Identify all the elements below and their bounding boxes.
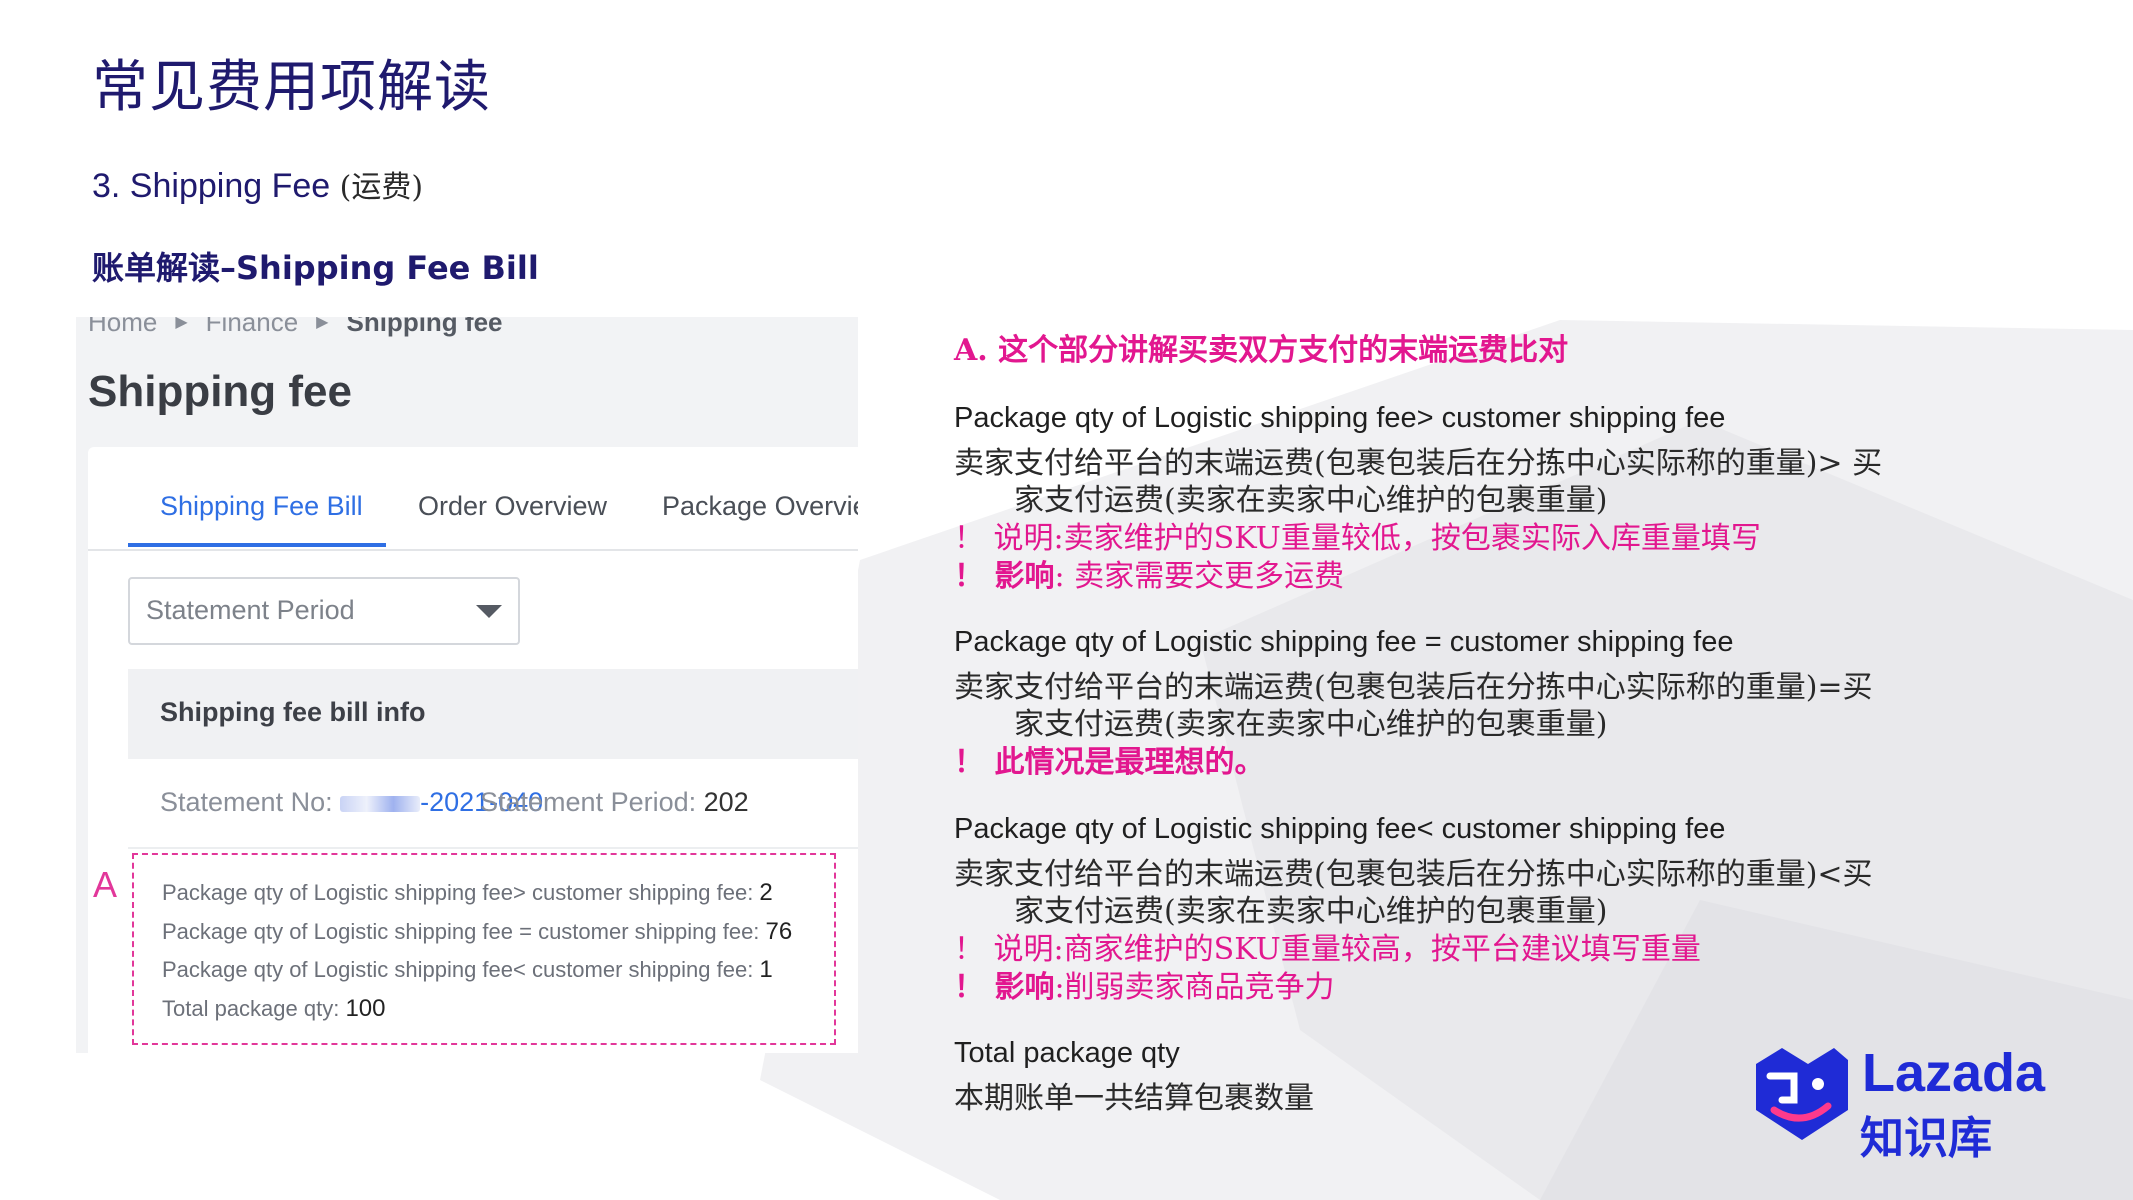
- box-line: Package qty of Logistic shipping fee< cu…: [162, 956, 773, 984]
- box-line-value: 76: [765, 918, 793, 945]
- breadcrumb-home[interactable]: Home: [88, 317, 157, 338]
- logo-brand: Lazada: [1862, 1043, 2046, 1103]
- logo-subtitle: 知识库: [1860, 1113, 1992, 1164]
- note-text: : 卖家需要交更多运费: [1054, 559, 1345, 594]
- chevron-right-icon: ▶: [316, 317, 329, 331]
- chevron-right-icon: ▶: [175, 317, 188, 331]
- box-line-label: Package qty of Logistic shipping fee> cu…: [162, 880, 760, 905]
- explanation-heading: A. 这个部分讲解买卖双方支付的末端运费比对: [954, 333, 1569, 368]
- note-prefix: ！ 影响: [954, 559, 1055, 594]
- tab-package-overview[interactable]: Package Overvie: [662, 491, 858, 522]
- caret-down-icon: [476, 605, 502, 618]
- box-line: Package qty of Logistic shipping fee> cu…: [162, 879, 773, 907]
- statement-row: Statement No: -2021-040 Statement Period…: [128, 759, 858, 849]
- box-line-label: Package qty of Logistic shipping fee = c…: [162, 919, 766, 944]
- breadcrumb-current: Shipping fee: [346, 317, 503, 337]
- statement-period-value: 202: [703, 787, 749, 817]
- block4-en: Total package qty: [954, 1037, 1180, 1069]
- block1-note2: ！ 影响: 卖家需要交更多运费: [954, 551, 1344, 595]
- package-qty-box: Package qty of Logistic shipping fee> cu…: [132, 853, 836, 1045]
- tab-shipping-fee-bill[interactable]: Shipping Fee Bill: [160, 491, 363, 522]
- box-line-label: Package qty of Logistic shipping fee< cu…: [162, 957, 760, 982]
- statement-period: Statement Period: 202: [480, 787, 749, 818]
- statement-no-label: Statement No:: [160, 787, 341, 817]
- bill-info-header: Shipping fee bill info: [128, 669, 858, 759]
- block4-cn1: 本期账单一共结算包裹数量: [954, 1081, 1314, 1116]
- slide-subtitle: 3. Shipping Fee (运费): [92, 162, 423, 206]
- box-label-a: A: [93, 864, 118, 905]
- subtitle-en: 3. Shipping Fee: [92, 167, 340, 205]
- breadcrumb: Home ▶ Finance ▶ Shipping fee: [88, 317, 502, 337]
- block1-en: Package qty of Logistic shipping fee> cu…: [954, 402, 1726, 434]
- block3-en: Package qty of Logistic shipping fee< cu…: [954, 813, 1726, 845]
- slide-title: 常见费用项解读: [92, 55, 491, 120]
- note-text: ！ 此情况是最理想的。: [954, 745, 1265, 780]
- block3-note2: ！ 影响:削弱卖家商品竞争力: [954, 962, 1335, 1006]
- box-line-value: 1: [759, 956, 773, 983]
- box-line: Total package qty: 100: [162, 995, 386, 1023]
- box-line-value: 2: [759, 879, 773, 906]
- subtitle-cn: (运费): [339, 170, 424, 205]
- select-placeholder: Statement Period: [146, 595, 355, 625]
- block2-en: Package qty of Logistic shipping fee = c…: [954, 626, 1734, 658]
- active-tab-indicator: [128, 543, 386, 547]
- breadcrumb-finance[interactable]: Finance: [206, 317, 299, 338]
- note-text: :削弱卖家商品竞争力: [1054, 970, 1335, 1005]
- bill-info-title: Shipping fee bill info: [160, 697, 426, 727]
- tab-order-overview[interactable]: Order Overview: [418, 491, 607, 522]
- box-line: Package qty of Logistic shipping fee = c…: [162, 918, 792, 946]
- box-line-label: Total package qty:: [162, 996, 346, 1021]
- statement-period-label: Statement Period:: [480, 787, 704, 817]
- box-line-value: 100: [345, 995, 386, 1022]
- statement-period-select[interactable]: Statement Period: [128, 577, 520, 645]
- page-title: Shipping fee: [88, 367, 352, 416]
- note-prefix: ！ 影响: [954, 970, 1055, 1005]
- section-heading: 账单解读–Shipping Fee Bill: [92, 249, 539, 287]
- tab-bar: Shipping Fee Bill Order Overview Package…: [88, 447, 858, 551]
- block2-note1: ！ 此情况是最理想的。: [954, 737, 1264, 781]
- redacted-block: [340, 795, 421, 812]
